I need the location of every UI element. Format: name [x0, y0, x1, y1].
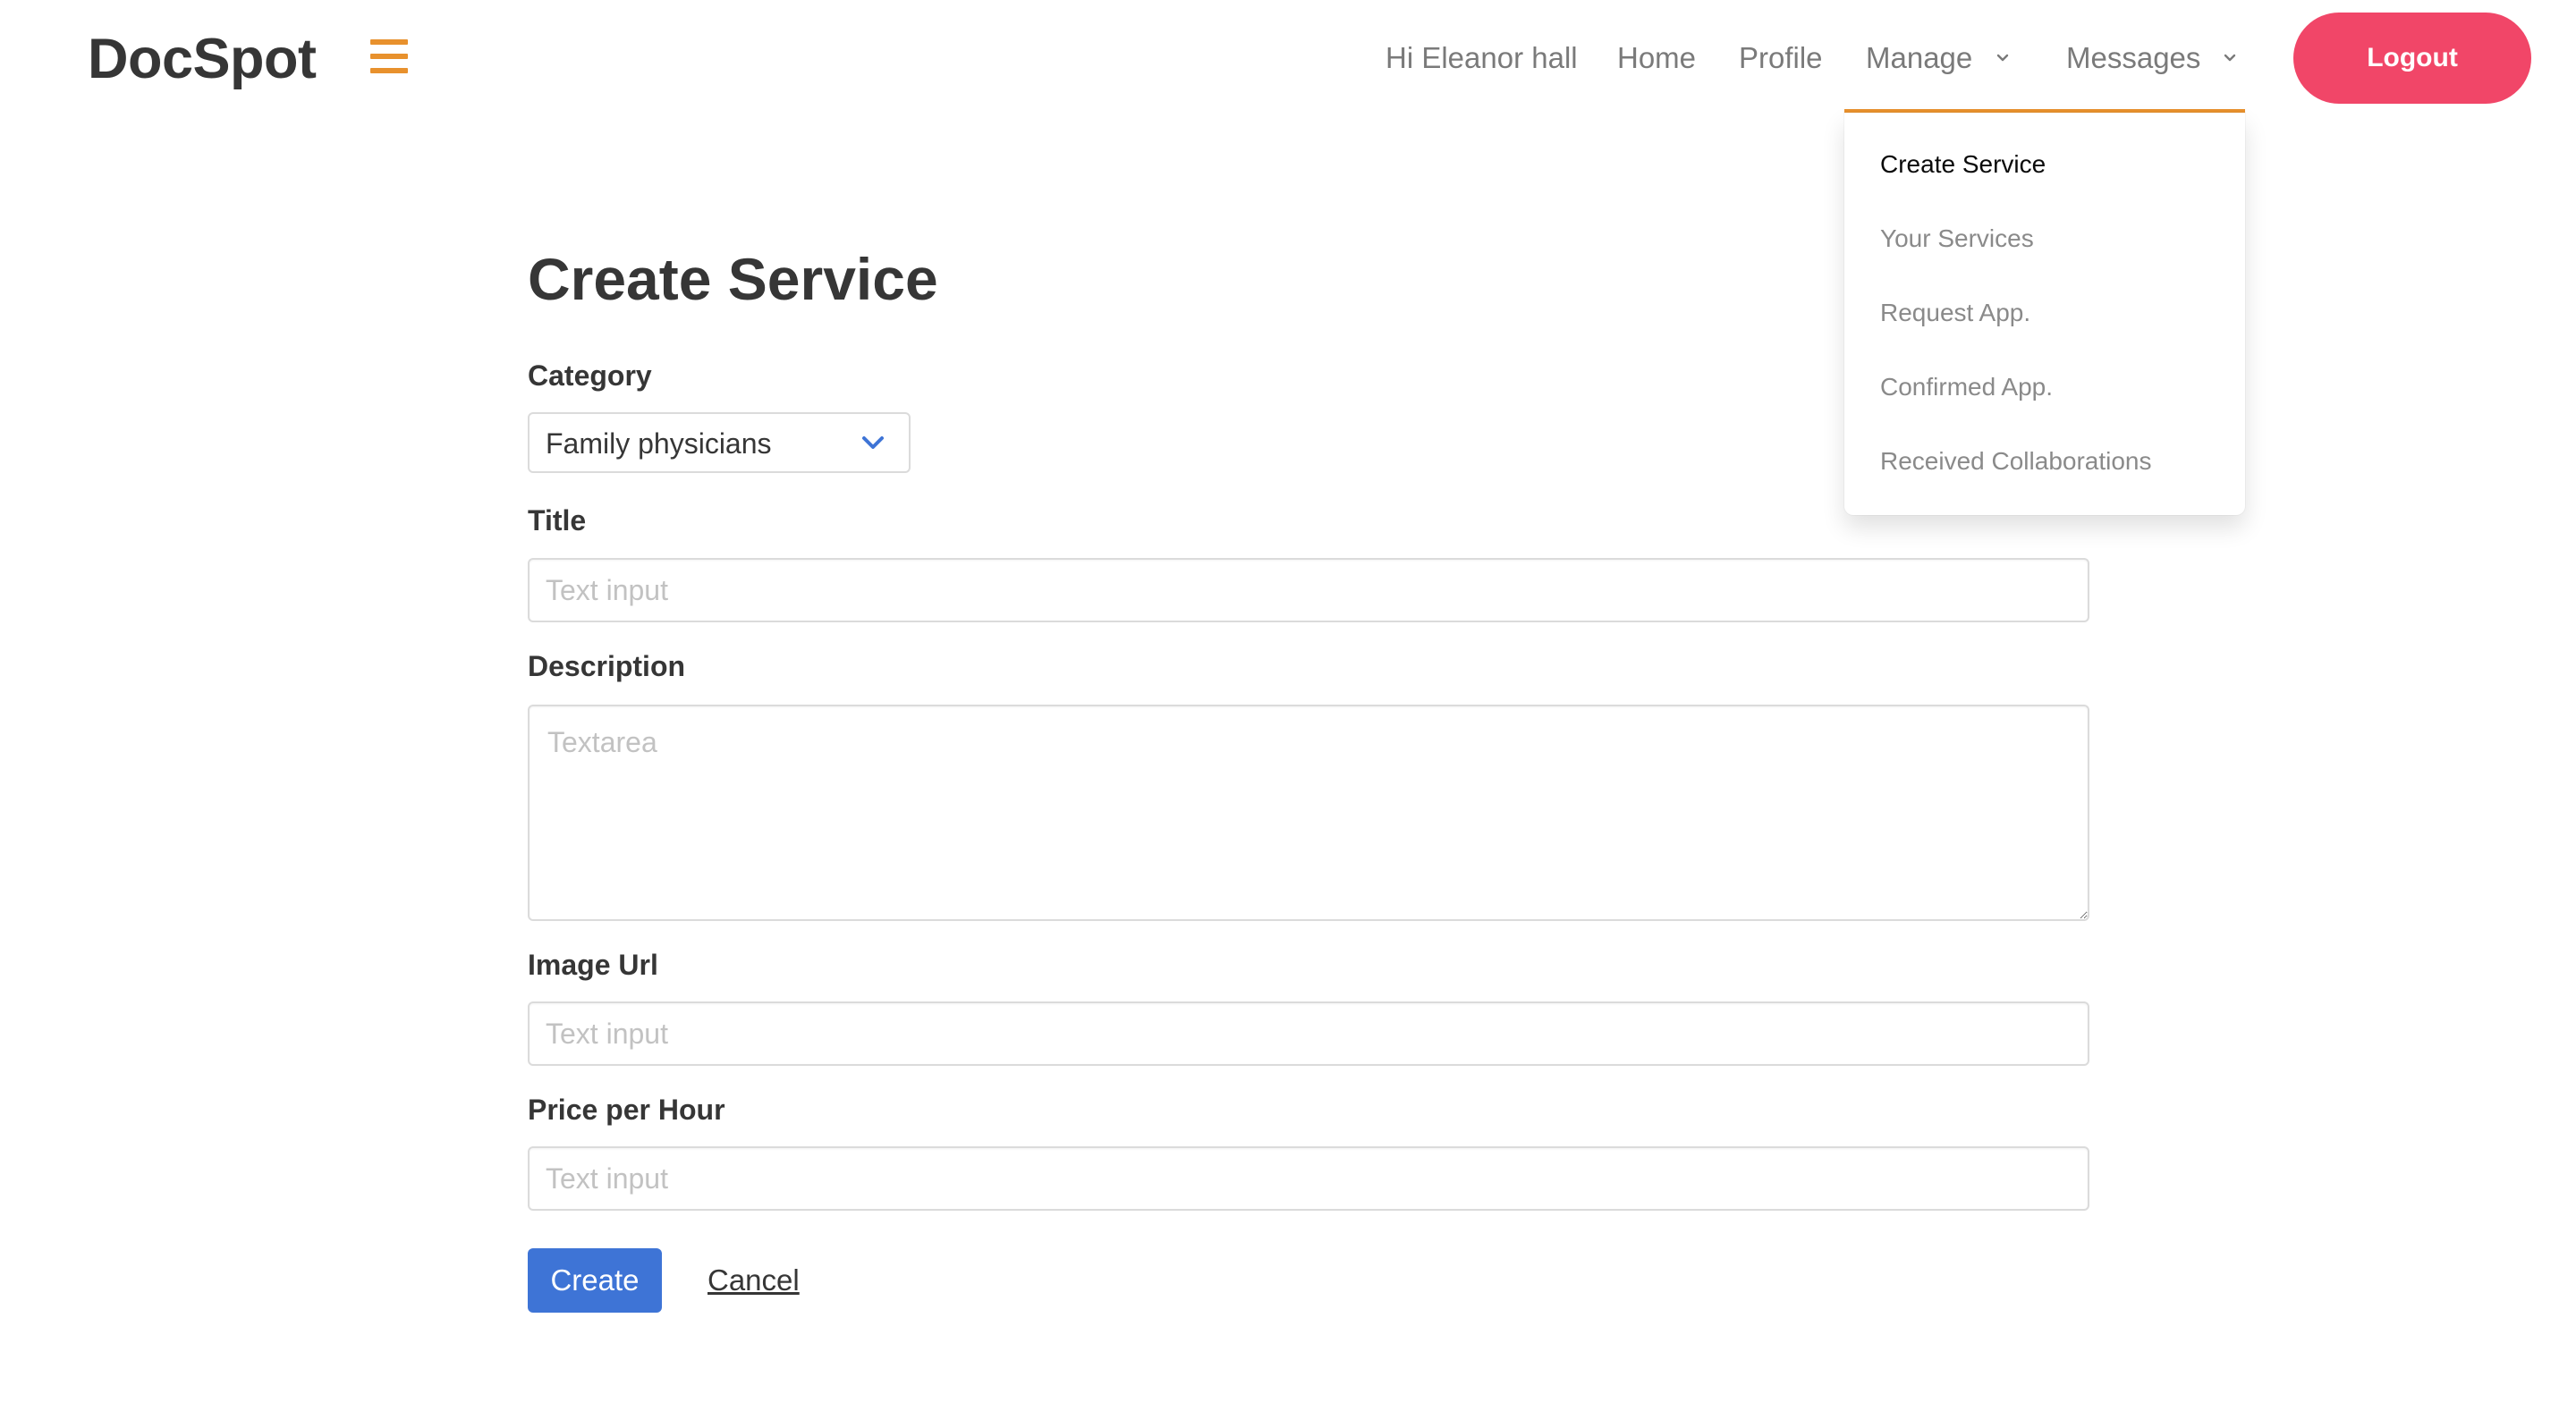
nav-home-link[interactable]: Home [1617, 36, 1696, 80]
menu-item-request-app[interactable]: Request App. [1880, 295, 2030, 331]
price-per-hour-label: Price per Hour [528, 1094, 725, 1126]
image-url-label: Image Url [528, 949, 658, 981]
nav-messages-link[interactable]: Messages [2066, 36, 2200, 80]
description-textarea[interactable] [528, 705, 2089, 921]
menu-item-confirmed-app[interactable]: Confirmed App. [1880, 369, 2053, 405]
nav-manage-link[interactable]: Manage [1866, 36, 1972, 80]
logout-button[interactable]: Logout [2293, 13, 2531, 104]
manage-dropdown-menu: Create Service Your Services Request App… [1844, 113, 2245, 515]
title-input[interactable] [528, 558, 2089, 622]
user-greeting: Hi Eleanor hall [1385, 41, 1578, 74]
nav-profile-link[interactable]: Profile [1739, 36, 1823, 80]
price-per-hour-input[interactable] [528, 1146, 2089, 1211]
create-button[interactable]: Create [528, 1248, 662, 1313]
select-chevron-down-icon [862, 436, 884, 449]
menu-item-your-services[interactable]: Your Services [1880, 221, 2034, 257]
category-selected-value: Family physicians [546, 427, 772, 460]
page-title: Create Service [528, 246, 938, 312]
hamburger-menu-icon[interactable] [370, 39, 408, 73]
navbar: DocSpot Hi Eleanor hall Home Profile Man… [0, 0, 2576, 116]
messages-chevron-down-icon[interactable] [2224, 52, 2236, 64]
menu-item-received-collaborations[interactable]: Received Collaborations [1880, 444, 2152, 479]
menu-item-create-service[interactable]: Create Service [1880, 147, 2046, 182]
image-url-input[interactable] [528, 1001, 2089, 1066]
cancel-link[interactable]: Cancel [708, 1259, 800, 1302]
category-select[interactable]: Family physicians [528, 412, 911, 473]
brand-logo[interactable]: DocSpot [88, 25, 317, 93]
manage-chevron-down-icon[interactable] [1996, 52, 2009, 64]
description-label: Description [528, 650, 686, 682]
category-label: Category [528, 359, 652, 392]
title-label: Title [528, 504, 587, 537]
